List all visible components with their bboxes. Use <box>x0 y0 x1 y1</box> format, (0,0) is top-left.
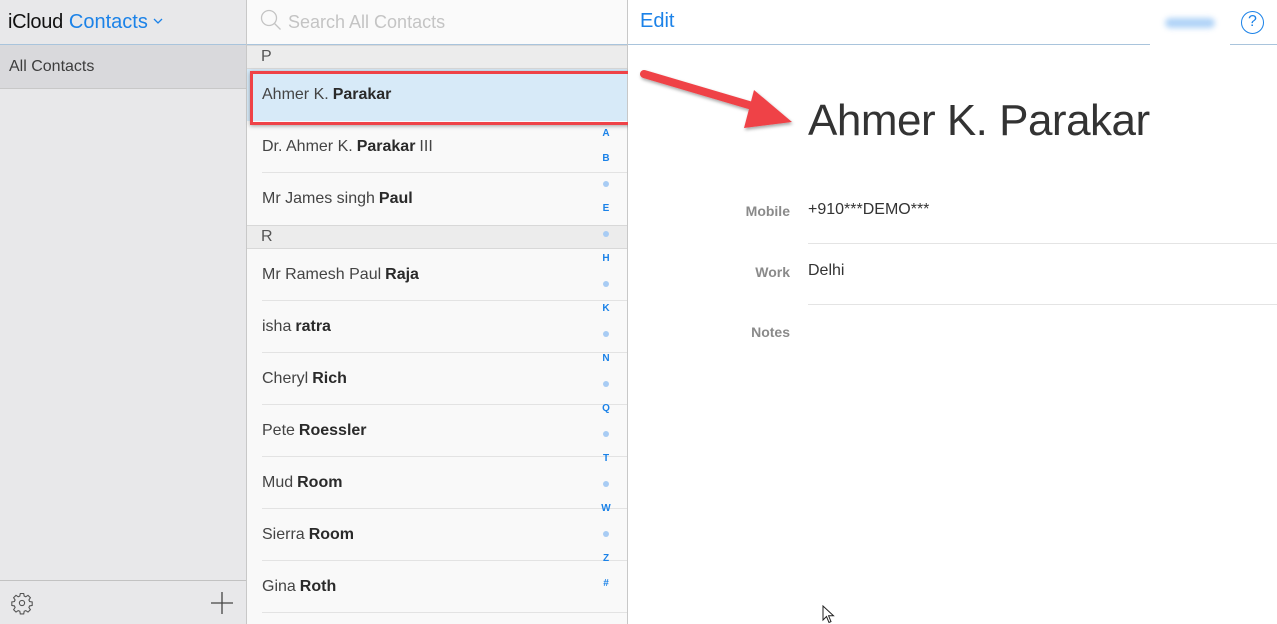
field-divider <box>808 304 1277 305</box>
contact-row[interactable]: Ahmer K. Parakar <box>247 69 627 121</box>
share-button[interactable] <box>1150 0 1230 45</box>
field-work: Work Delhi <box>628 262 1277 325</box>
field-label: Work <box>755 264 790 280</box>
contact-row[interactable]: Cheryl Rich <box>247 353 627 405</box>
sidebar: iCloud Contacts All Contacts <box>0 0 247 624</box>
contact-first-name: Gina <box>262 578 296 595</box>
contact-first-name: Mud <box>262 474 294 491</box>
contact-suffix: III <box>419 138 433 155</box>
section-header-p: P <box>247 45 627 69</box>
index-letter-z[interactable]: Z <box>603 546 609 571</box>
index-letter-h[interactable]: H <box>602 246 609 271</box>
contact-list-panel: P Ahmer K.Parakar Dr. Ahmer K.ParakarIII… <box>247 0 628 624</box>
contact-last-name: Room <box>308 526 355 543</box>
field-value[interactable]: Delhi <box>808 262 844 280</box>
share-label-blurred <box>1165 17 1215 28</box>
contact-last-name: Raja <box>385 266 419 283</box>
index-letter-a[interactable]: A <box>602 121 609 146</box>
contact-row[interactable]: Mr Ramesh Paul Raja <box>247 249 627 301</box>
sidebar-header: iCloud Contacts <box>0 0 246 45</box>
index-dot[interactable] <box>603 230 609 237</box>
edit-button[interactable]: Edit <box>640 10 674 33</box>
plus-icon[interactable] <box>210 591 234 615</box>
contact-name-heading: Ahmer K. Parakar <box>808 96 1150 145</box>
field-value[interactable]: +910***DEMO*** <box>808 201 929 219</box>
index-letter-b[interactable]: B <box>602 146 609 171</box>
search-input[interactable] <box>288 11 588 33</box>
index-dot[interactable] <box>603 280 609 287</box>
index-dot[interactable] <box>603 330 609 337</box>
contact-last-name: Roth <box>299 578 337 595</box>
index-dot[interactable] <box>603 480 609 487</box>
field-mobile: Mobile +910***DEMO*** <box>628 201 1277 264</box>
sidebar-item-all-contacts[interactable]: All Contacts <box>0 45 246 89</box>
index-dot[interactable] <box>603 530 609 537</box>
field-label: Mobile <box>745 203 790 219</box>
field-divider <box>808 243 1277 244</box>
contact-first-name: Mr Ramesh Paul <box>262 266 382 283</box>
gear-icon[interactable] <box>10 591 34 615</box>
index-letter-t[interactable]: T <box>603 446 609 471</box>
app-name-label: Contacts <box>68 10 148 33</box>
index-letter-n[interactable]: N <box>602 346 609 371</box>
contact-last-name: Parakar <box>332 86 392 103</box>
icloud-contacts-app: iCloud Contacts All Contacts Search All … <box>0 0 1277 624</box>
contact-last-name: Roessler <box>298 422 367 439</box>
index-letter-w[interactable]: W <box>601 496 610 521</box>
contact-last-name: ratra <box>295 318 331 335</box>
contact-last-name: Paul <box>378 190 413 207</box>
contact-first-name: Dr. Ahmer K. <box>262 138 353 155</box>
contact-detail-panel: Edit ? Ahmer K. Parakar Mobile +910***DE… <box>628 0 1277 624</box>
alphabet-index[interactable]: A B E H K N Q T W Z # <box>596 121 616 596</box>
contact-row[interactable]: Mud Room <box>247 457 627 509</box>
help-icon[interactable]: ? <box>1241 11 1264 34</box>
field-label: Notes <box>751 324 790 340</box>
contact-last-name: Room <box>297 474 343 491</box>
sidebar-footer <box>0 580 246 624</box>
index-dot[interactable] <box>603 430 609 437</box>
contact-row[interactable]: Mr James singh Paul <box>247 173 627 225</box>
app-switcher[interactable]: Contacts <box>69 11 163 34</box>
index-letter-q[interactable]: Q <box>602 396 610 421</box>
contact-row[interactable]: isha ratra <box>247 301 627 353</box>
contact-first-name: Mr James singh <box>262 190 375 207</box>
index-dot[interactable] <box>603 180 609 187</box>
chevron-down-icon <box>153 14 163 28</box>
detail-toolbar: Edit ? <box>628 0 1277 45</box>
contact-first-name: Pete <box>262 422 295 439</box>
contact-row[interactable]: Gina Roth <box>247 561 627 613</box>
field-notes: Notes <box>628 324 1277 385</box>
index-letter-hash[interactable]: # <box>603 571 609 596</box>
sidebar-item-label: All Contacts <box>9 57 95 75</box>
contact-last-name: Parakar <box>356 138 416 155</box>
section-header-r: R <box>247 225 627 249</box>
contact-row[interactable]: Sierra Room <box>247 509 627 561</box>
contact-last-name: Rich <box>312 370 347 387</box>
contact-row[interactable]: Pete Roessler <box>247 405 627 457</box>
contact-row[interactable]: Dr. Ahmer K. Parakar III <box>247 121 627 173</box>
contact-first-name: isha <box>262 318 292 335</box>
contact-first-name: Ahmer K. <box>262 86 329 103</box>
index-letter-k[interactable]: K <box>602 296 609 321</box>
index-letter-e[interactable]: E <box>603 196 610 221</box>
brand-label: iCloud <box>8 10 63 33</box>
contact-first-name: Cheryl <box>262 370 309 387</box>
search-bar <box>247 0 627 45</box>
index-dot[interactable] <box>603 380 609 387</box>
contact-first-name: Sierra <box>262 526 305 543</box>
search-icon <box>260 9 282 36</box>
